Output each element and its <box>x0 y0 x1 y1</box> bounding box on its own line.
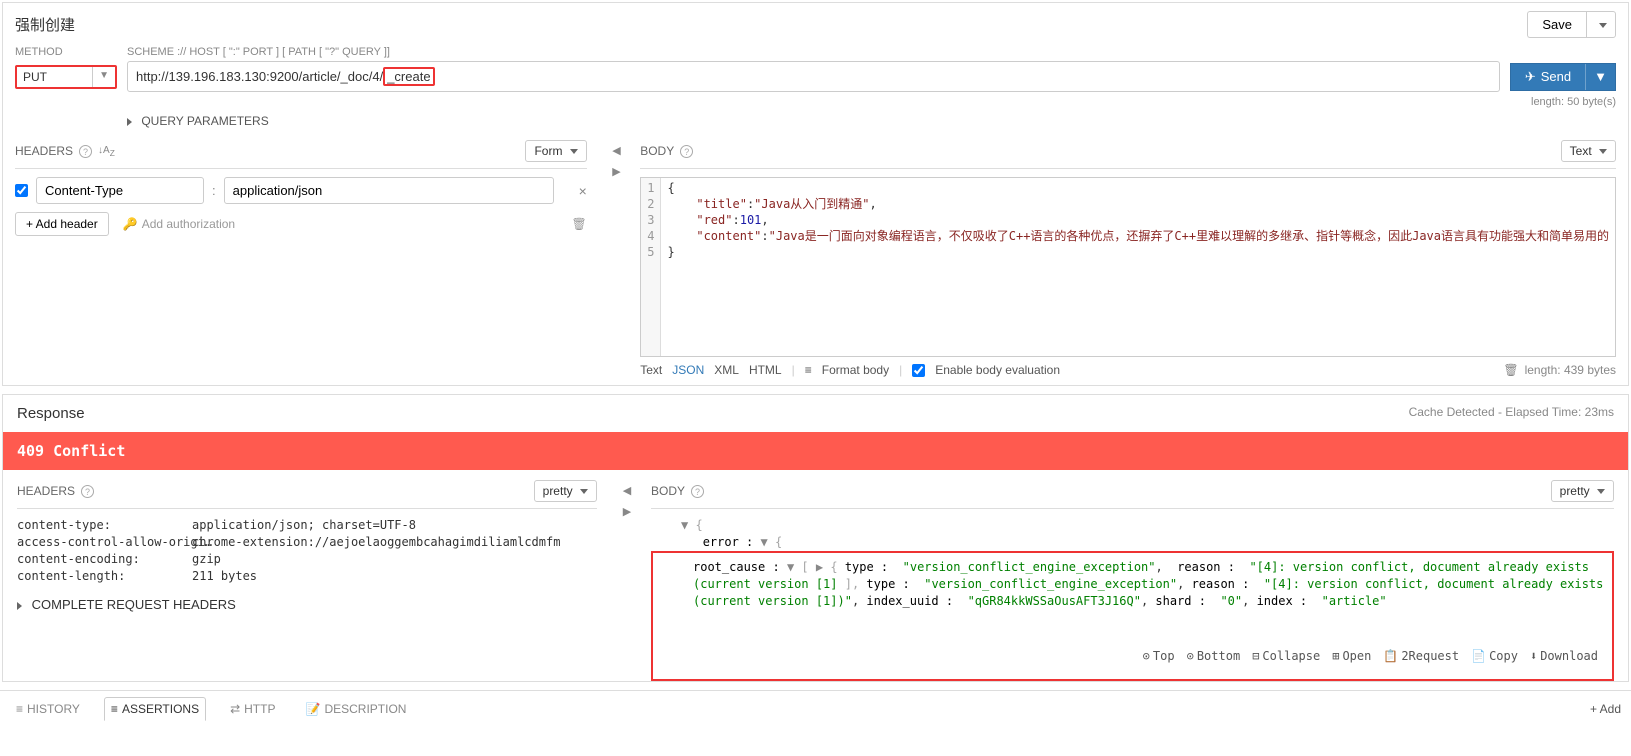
body-code: { "title":"Java从入门到精通", "red":101, "cont… <box>661 178 1615 356</box>
headers-column: HEADERS ? ↓AZ Form : × + Add header 🔑 <box>15 140 597 377</box>
resp-headers-mode[interactable]: pretty <box>534 480 597 502</box>
help-icon[interactable]: ? <box>691 485 704 498</box>
send-dropdown[interactable]: ▼ <box>1585 64 1615 90</box>
bottom-button[interactable]: ⊙ Bottom <box>1187 648 1241 665</box>
tab-description[interactable]: 📝 DESCRIPTION <box>299 698 412 720</box>
body-editor[interactable]: 12345 { "title":"Java从入门到精通", "red":101,… <box>640 177 1616 357</box>
body-length: length: 439 bytes <box>1525 363 1616 377</box>
trash-icon[interactable]: 🗑 <box>572 217 587 231</box>
collapse-right-icon[interactable]: ▶ <box>612 165 620 178</box>
collapse-button[interactable]: ⊟ Collapse <box>1252 648 1320 665</box>
method-select[interactable]: PUT ▼ <box>15 65 117 89</box>
collapse-right-icon[interactable]: ▶ <box>623 505 631 518</box>
bottom-tabs: ≡ HISTORY ≡ ASSERTIONS ⇄ HTTP 📝 DESCRIPT… <box>0 690 1631 727</box>
eval-label: Enable body evaluation <box>935 363 1060 377</box>
key-icon: 🔑 <box>123 217 138 231</box>
colon: : <box>212 183 216 198</box>
header-value-input[interactable] <box>224 177 554 204</box>
resp-body-title: BODY <box>651 484 685 498</box>
tab-history[interactable]: ≡ HISTORY <box>10 698 86 720</box>
resp-body-mode[interactable]: pretty <box>1551 480 1614 502</box>
save-group: Save <box>1527 11 1616 38</box>
trash-icon[interactable]: 🗑 <box>1503 363 1518 377</box>
response-headers-column: HEADERS ? pretty content-type:applicatio… <box>17 480 607 681</box>
tab-http[interactable]: ⇄ HTTP <box>224 698 281 720</box>
response-actions: ⊙ Top ⊙ Bottom ⊟ Collapse ⊞ Open 📋 2Requ… <box>1137 644 1604 669</box>
caret-right-icon <box>17 602 22 610</box>
method-value: PUT <box>17 67 92 87</box>
align-icon: ≡ <box>805 363 812 377</box>
add-authorization-link[interactable]: 🔑 Add authorization <box>123 217 235 231</box>
remove-header-icon[interactable]: × <box>579 183 587 199</box>
tab-add[interactable]: + Add <box>1590 702 1621 716</box>
query-params-toggle[interactable]: QUERY PARAMETERS <box>127 114 1616 128</box>
save-dropdown[interactable] <box>1586 11 1616 38</box>
request-panel: 强制创建 Save METHOD SCHEME :// HOST [ ":" P… <box>2 2 1629 386</box>
caret-right-icon <box>127 118 132 126</box>
url-highlighted: _create <box>383 67 434 86</box>
download-button[interactable]: ⬇ Download <box>1530 648 1598 665</box>
header-item-row: : × <box>15 177 587 204</box>
request-button[interactable]: 📋 2Request <box>1383 648 1459 665</box>
status-bar: 409 Conflict <box>3 432 1628 470</box>
send-group: ✈ Send ▼ <box>1510 63 1616 91</box>
body-json-opt[interactable]: JSON <box>672 363 704 377</box>
query-params-label: QUERY PARAMETERS <box>141 114 268 128</box>
line-gutter: 12345 <box>641 178 661 356</box>
response-note: Cache Detected - Elapsed Time: 23ms <box>1409 405 1614 422</box>
send-icon: ✈ <box>1525 69 1536 85</box>
header-name-input[interactable] <box>36 177 204 204</box>
body-mode-select[interactable]: Text <box>1561 140 1616 162</box>
help-icon[interactable]: ? <box>81 485 94 498</box>
request-title: 强制创建 <box>15 14 75 35</box>
scheme-label: SCHEME :// HOST [ ":" PORT ] [ PATH [ "?… <box>127 46 390 58</box>
send-button[interactable]: ✈ Send <box>1511 64 1585 90</box>
json-top: ▼ { error : ▼ { <box>651 517 1614 551</box>
collapse-left-icon[interactable]: ◀ <box>623 484 631 497</box>
tab-assertions[interactable]: ≡ ASSERTIONS <box>104 697 206 721</box>
headers-title: HEADERS <box>15 144 73 158</box>
help-icon[interactable]: ? <box>680 145 693 158</box>
body-html-opt[interactable]: HTML <box>749 363 782 377</box>
json-view[interactable]: root_cause : ▼ [ ▶ { type : "version_con… <box>651 551 1614 681</box>
response-body-column: BODY ? pretty ▼ { error : ▼ { root_cause… <box>647 480 1614 681</box>
open-button[interactable]: ⊞ Open <box>1332 648 1371 665</box>
url-input[interactable]: http://139.196.183.130:9200/article/_doc… <box>127 61 1500 92</box>
collapse-left-icon[interactable]: ◀ <box>612 144 620 157</box>
body-text-opt[interactable]: Text <box>640 363 662 377</box>
add-header-button[interactable]: + Add header <box>15 212 109 236</box>
sort-icon[interactable]: ↓AZ <box>98 145 115 158</box>
format-body-link[interactable]: Format body <box>822 363 889 377</box>
url-text: http://139.196.183.130:9200/article/_doc… <box>136 69 383 84</box>
send-label: Send <box>1541 69 1571 84</box>
resp-headers-list: content-type:application/json; charset=U… <box>17 517 597 585</box>
response-panel: Response Cache Detected - Elapsed Time: … <box>2 394 1629 682</box>
complete-request-toggle[interactable]: COMPLETE REQUEST HEADERS <box>17 597 597 612</box>
body-title: BODY <box>640 144 674 158</box>
save-button[interactable]: Save <box>1527 11 1586 38</box>
method-label: METHOD <box>15 46 127 58</box>
top-button[interactable]: ⊙ Top <box>1143 648 1175 665</box>
response-title: Response <box>17 405 85 422</box>
body-xml-opt[interactable]: XML <box>714 363 739 377</box>
headers-form-mode[interactable]: Form <box>525 140 586 162</box>
column-separator: ◀ ▶ <box>597 140 636 377</box>
help-icon[interactable]: ? <box>79 145 92 158</box>
header-enable-checkbox[interactable] <box>15 184 28 197</box>
eval-checkbox[interactable] <box>912 364 925 377</box>
copy-button[interactable]: 📄 Copy <box>1471 648 1518 665</box>
column-separator: ◀ ▶ <box>607 480 647 681</box>
url-length: length: 50 byte(s) <box>15 96 1616 108</box>
body-column: BODY ? Text 12345 { "title":"Java从入门到精通"… <box>636 140 1616 377</box>
chevron-down-icon: ▼ <box>92 67 115 87</box>
resp-headers-title: HEADERS <box>17 484 75 498</box>
